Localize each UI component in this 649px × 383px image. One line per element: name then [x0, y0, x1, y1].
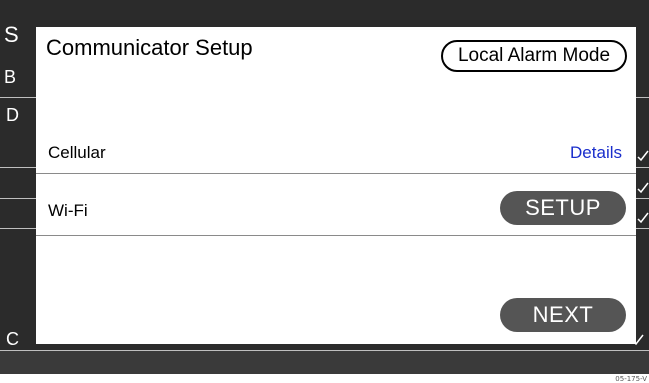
checkmark-icon [637, 150, 649, 162]
next-button[interactable]: NEXT [500, 298, 626, 332]
figure-code: 05-175-V [615, 375, 647, 383]
wifi-label: Wi-Fi [48, 201, 88, 220]
background-fragment: S [4, 22, 19, 47]
local-alarm-mode-button[interactable]: Local Alarm Mode [441, 40, 627, 72]
dialog-title: Communicator Setup [46, 35, 253, 60]
row-divider [36, 173, 636, 174]
communicator-setup-dialog: Communicator Setup Local Alarm Mode Cell… [36, 27, 636, 344]
background-bottom-strip [0, 351, 649, 374]
cellular-row[interactable]: Cellular Details [36, 135, 636, 171]
cellular-details-link[interactable]: Details [570, 143, 622, 163]
checkmark-icon [637, 182, 649, 194]
row-divider [36, 235, 636, 236]
wifi-setup-button[interactable]: SETUP [500, 191, 626, 225]
checkmark-icon [637, 212, 649, 224]
background-fragment: D [6, 105, 19, 125]
background-fragment: C [6, 329, 19, 349]
background-fragment: B [4, 67, 17, 87]
cellular-label: Cellular [48, 143, 106, 162]
